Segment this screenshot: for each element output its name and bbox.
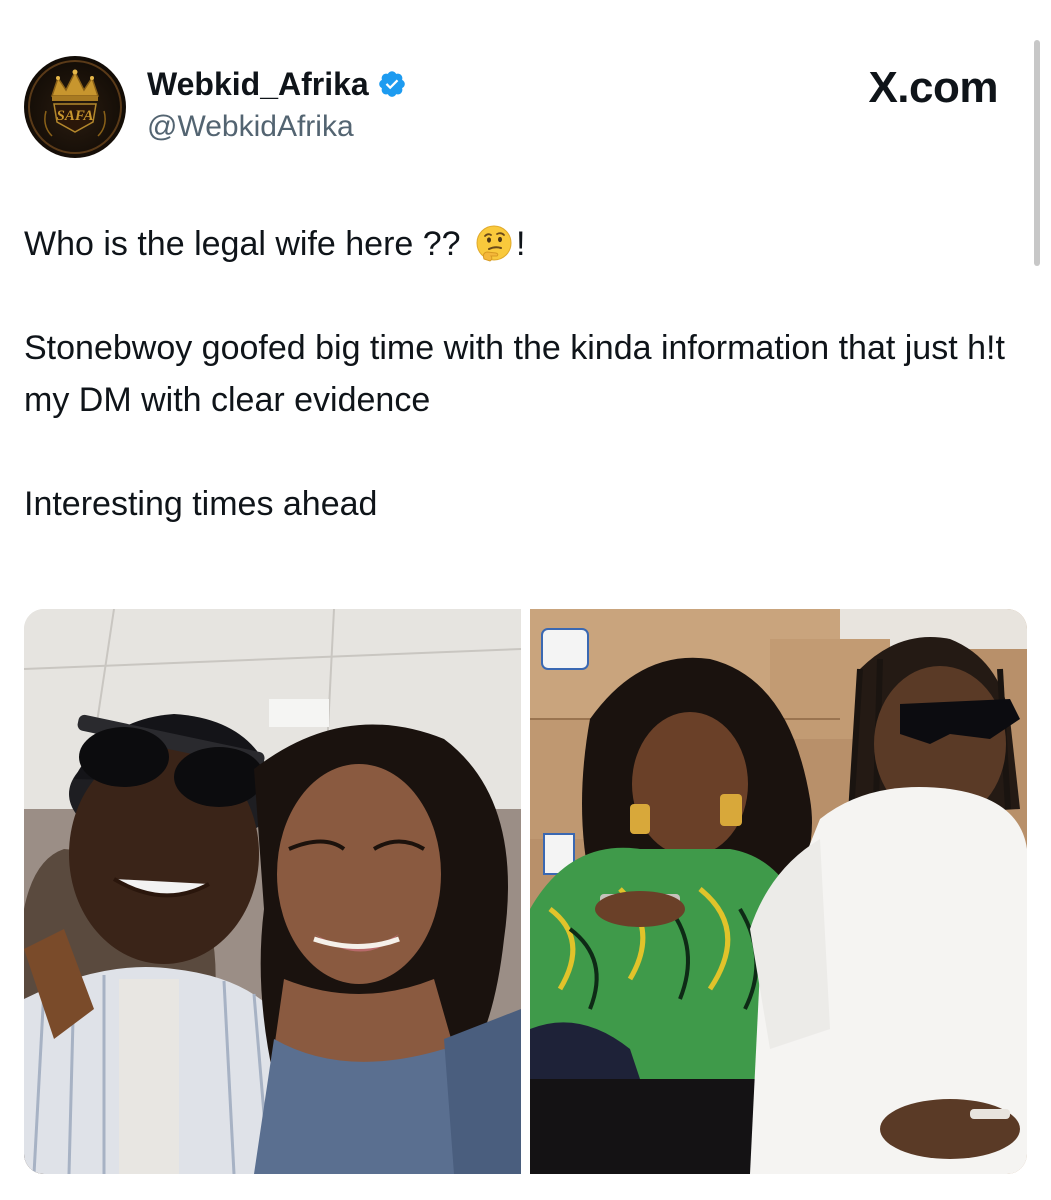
avatar[interactable]: SAFA <box>24 56 126 158</box>
tweet-line-1: Who is the legal wife here ?? ! <box>24 218 1014 270</box>
tweet-line-3: Interesting times ahead <box>24 485 378 523</box>
tweet-line-1-suffix: ! <box>516 225 526 263</box>
selfie-photo-image <box>24 609 521 1174</box>
photo-left[interactable] <box>24 609 521 1174</box>
tweet-line-2: Stonebwoy goofed big time with the kinda… <box>24 329 1005 419</box>
scrollbar-thumb[interactable] <box>1034 40 1040 266</box>
author-name-label: Webkid_Afrika <box>147 66 369 102</box>
avatar-logo-text: SAFA <box>57 108 94 124</box>
verified-badge-icon <box>378 71 405 97</box>
author-display-name[interactable]: Webkid_Afrika <box>147 64 407 104</box>
author-handle[interactable]: @WebkidAfrika <box>147 108 354 146</box>
couple-photo-image <box>530 609 1027 1174</box>
photo-right[interactable] <box>530 609 1027 1174</box>
media-grid <box>24 609 1027 1174</box>
x-com-watermark: X.com <box>868 63 998 112</box>
crown-logo-icon: SAFA <box>28 60 122 154</box>
tweet-body: Who is the legal wife here ?? ! Stonebwo… <box>24 218 1014 530</box>
tweet-line-1-text: Who is the legal wife here ?? <box>24 225 461 263</box>
thinking-face-icon <box>476 225 512 262</box>
